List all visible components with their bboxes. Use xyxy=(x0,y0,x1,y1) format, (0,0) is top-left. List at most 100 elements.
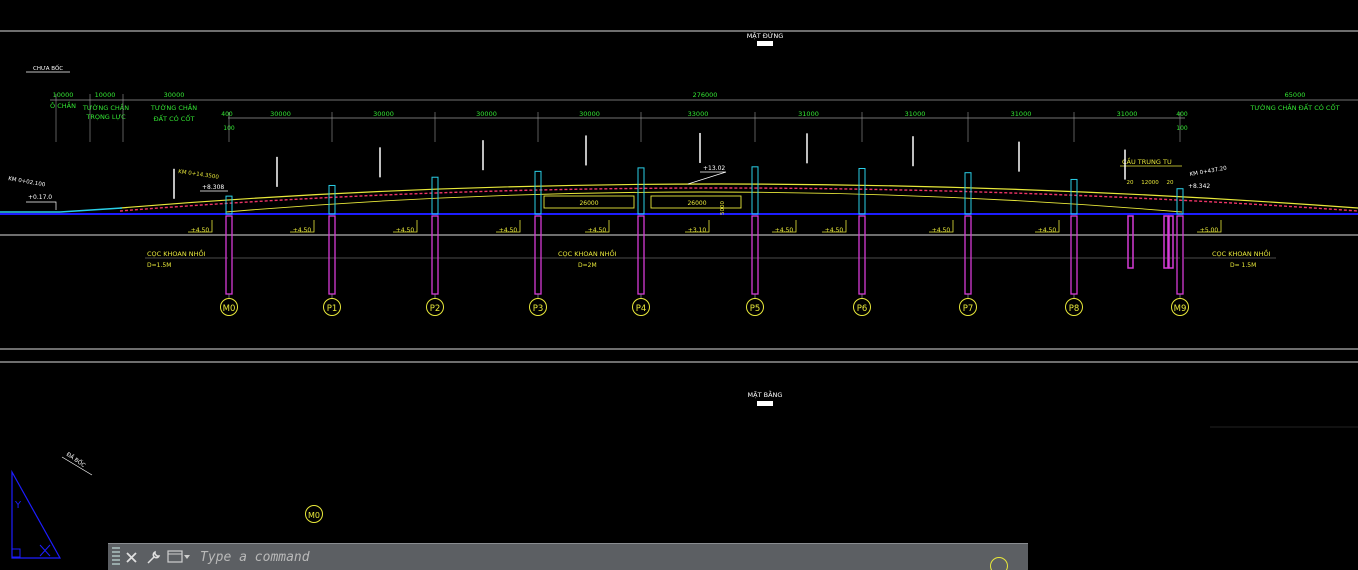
pier-label-P8: P8 xyxy=(1069,304,1080,314)
elev-top-label: +13.02 xyxy=(703,165,725,172)
pier-label-P2: P2 xyxy=(430,304,441,314)
plan-scale-bar xyxy=(757,401,773,406)
pile-dia-mid: D=2M xyxy=(578,262,597,269)
left-label-4: ĐẤT CÓ CỐT xyxy=(154,113,195,123)
left-label-3: TƯỜNG CHẮN xyxy=(150,102,197,112)
pile-label-left: CỌC KHOAN NHỒI xyxy=(147,248,206,258)
right-small-dim-0: 20 xyxy=(1127,180,1134,186)
span-dim-6: 31000 xyxy=(905,110,926,118)
edge-dim-0: 400 xyxy=(221,111,233,118)
left-label-0: Ô CHẮN xyxy=(50,100,76,110)
extra-pile-a xyxy=(1127,215,1134,269)
km-right-label: KM 0+437.20 xyxy=(1189,165,1227,177)
total-span-dim: 276000 xyxy=(693,91,718,99)
pile-M0 xyxy=(225,215,233,295)
command-line-grip[interactable] xyxy=(112,547,120,567)
extra-pile-b xyxy=(1163,215,1169,269)
km-far-left-label: KM 0+02.100 xyxy=(8,176,46,188)
span-dim-3: 30000 xyxy=(579,110,600,118)
span-dim-4: 33000 xyxy=(688,110,709,118)
elev-far-left-label: +0.17.0 xyxy=(28,194,52,201)
elevation-scale-bar xyxy=(757,41,773,46)
pile-P1 xyxy=(328,215,336,295)
pier-column xyxy=(858,168,866,215)
plan-pier-label: M0 xyxy=(308,511,320,520)
water-level-0: +4.50 xyxy=(191,227,210,234)
command-line-bar xyxy=(108,543,1028,570)
left-label-2: TRỌNG LỰC xyxy=(85,113,126,121)
pile-P6 xyxy=(858,215,866,295)
right-small-dim-1: 12000 xyxy=(1141,180,1159,186)
pile-label-mid: CỌC KHOAN NHỒI xyxy=(558,248,617,258)
water-level-8: +4.50 xyxy=(932,227,951,234)
pile-P4 xyxy=(637,215,645,295)
pier-column xyxy=(328,184,336,215)
pile-M9 xyxy=(1176,215,1184,295)
pier-label-P4: P4 xyxy=(636,304,647,314)
pier-label-P6: P6 xyxy=(857,304,868,314)
span-dimensions: 30000 30000 30000 30000 33000 31000 31000 31000… xyxy=(228,110,1181,142)
pile-dia-left: D=1.5M xyxy=(147,262,171,269)
close-icon[interactable] xyxy=(120,546,142,568)
pile-P7 xyxy=(964,215,972,295)
command-input[interactable] xyxy=(194,545,1028,569)
clearance-dim-1: 26000 xyxy=(687,200,706,207)
vertical-clearance-dim: 5000 xyxy=(720,201,726,215)
cau-trung-tu-label: CẦU TRUNG TU xyxy=(1122,156,1172,166)
water-level-7: +4.50 xyxy=(825,227,844,234)
ucs-icon: Y xyxy=(11,469,62,559)
span-dim-1: 30000 xyxy=(373,110,394,118)
water-level-1: +4.50 xyxy=(293,227,312,234)
km-left-label: KM 0+14.3500 xyxy=(178,169,220,181)
drawing-canvas[interactable]: MẶT ĐỨNG MẶT BẰNG CHƯA BỐC 276000 65000 … xyxy=(0,0,1358,570)
approach-left-ramp xyxy=(59,207,123,213)
right-wall-label: TƯỜNG CHẮN ĐẤT CÓ CỐT xyxy=(1249,102,1339,112)
left-label-1: TƯỜNG CHẮN xyxy=(82,102,129,112)
pile-P8 xyxy=(1070,215,1078,295)
ucs-y-label: Y xyxy=(14,500,22,511)
pile-dia-right: D= 1.5M xyxy=(1230,262,1256,269)
pier-label-P5: P5 xyxy=(750,304,761,314)
span-dim-8: 31000 xyxy=(1117,110,1138,118)
pier-column xyxy=(534,170,542,215)
piers-layer: M0 P1 P2 P3 P4 P5 P6 P7 P8 M9 +4.50 +4.50 +4.50 +4.50… xyxy=(173,132,1222,316)
wrench-icon[interactable] xyxy=(142,546,164,568)
water-level-10: +5.00 xyxy=(1200,227,1219,234)
span-dim-2: 30000 xyxy=(476,110,497,118)
left-dim-1: 10000 xyxy=(95,91,116,99)
pier-column xyxy=(1176,188,1184,215)
pier-label-P1: P1 xyxy=(327,304,338,314)
elev-right-label: +8.342 xyxy=(1188,183,1210,190)
water-level-9: +4.50 xyxy=(1038,227,1057,234)
pier-label-M9: M9 xyxy=(1174,304,1187,314)
span-dim-7: 31000 xyxy=(1011,110,1032,118)
water-level-6: +4.50 xyxy=(775,227,794,234)
water-level-3: +4.50 xyxy=(499,227,518,234)
pier-column xyxy=(751,166,759,215)
edge-dim-2: 400 xyxy=(1176,111,1188,118)
elev-top-leader xyxy=(687,171,727,185)
water-level-4: +4.50 xyxy=(588,227,607,234)
water-level-2: +4.50 xyxy=(396,227,415,234)
extra-pile-c xyxy=(1168,215,1174,269)
elev-far-left-leader xyxy=(26,201,57,210)
pier-column xyxy=(964,172,972,215)
pier-label-P3: P3 xyxy=(533,304,544,314)
command-prompt-icon[interactable] xyxy=(164,546,194,568)
pier-column xyxy=(1070,178,1078,215)
pile-label-right: CỌC KHOAN NHỒI xyxy=(1212,248,1271,258)
pier-column xyxy=(431,176,439,215)
phan-boc-label: ĐÃ BỐC xyxy=(65,450,87,469)
right-small-dim-2: 20 xyxy=(1167,180,1174,186)
pier-label-P7: P7 xyxy=(963,304,974,314)
clearance-dim-0: 26000 xyxy=(579,200,598,207)
span-dim-0: 30000 xyxy=(270,110,291,118)
edge-dim-3: 100 xyxy=(1176,125,1188,132)
pile-P2 xyxy=(431,215,439,295)
right-span-dim: 65000 xyxy=(1285,91,1306,99)
partial-plan-marker xyxy=(990,557,1008,570)
chua-boc-label: CHƯA BỐC xyxy=(33,64,63,72)
left-dim-2: 30000 xyxy=(164,91,185,99)
pier-label-M0: M0 xyxy=(223,304,236,314)
pile-P3 xyxy=(534,215,542,295)
